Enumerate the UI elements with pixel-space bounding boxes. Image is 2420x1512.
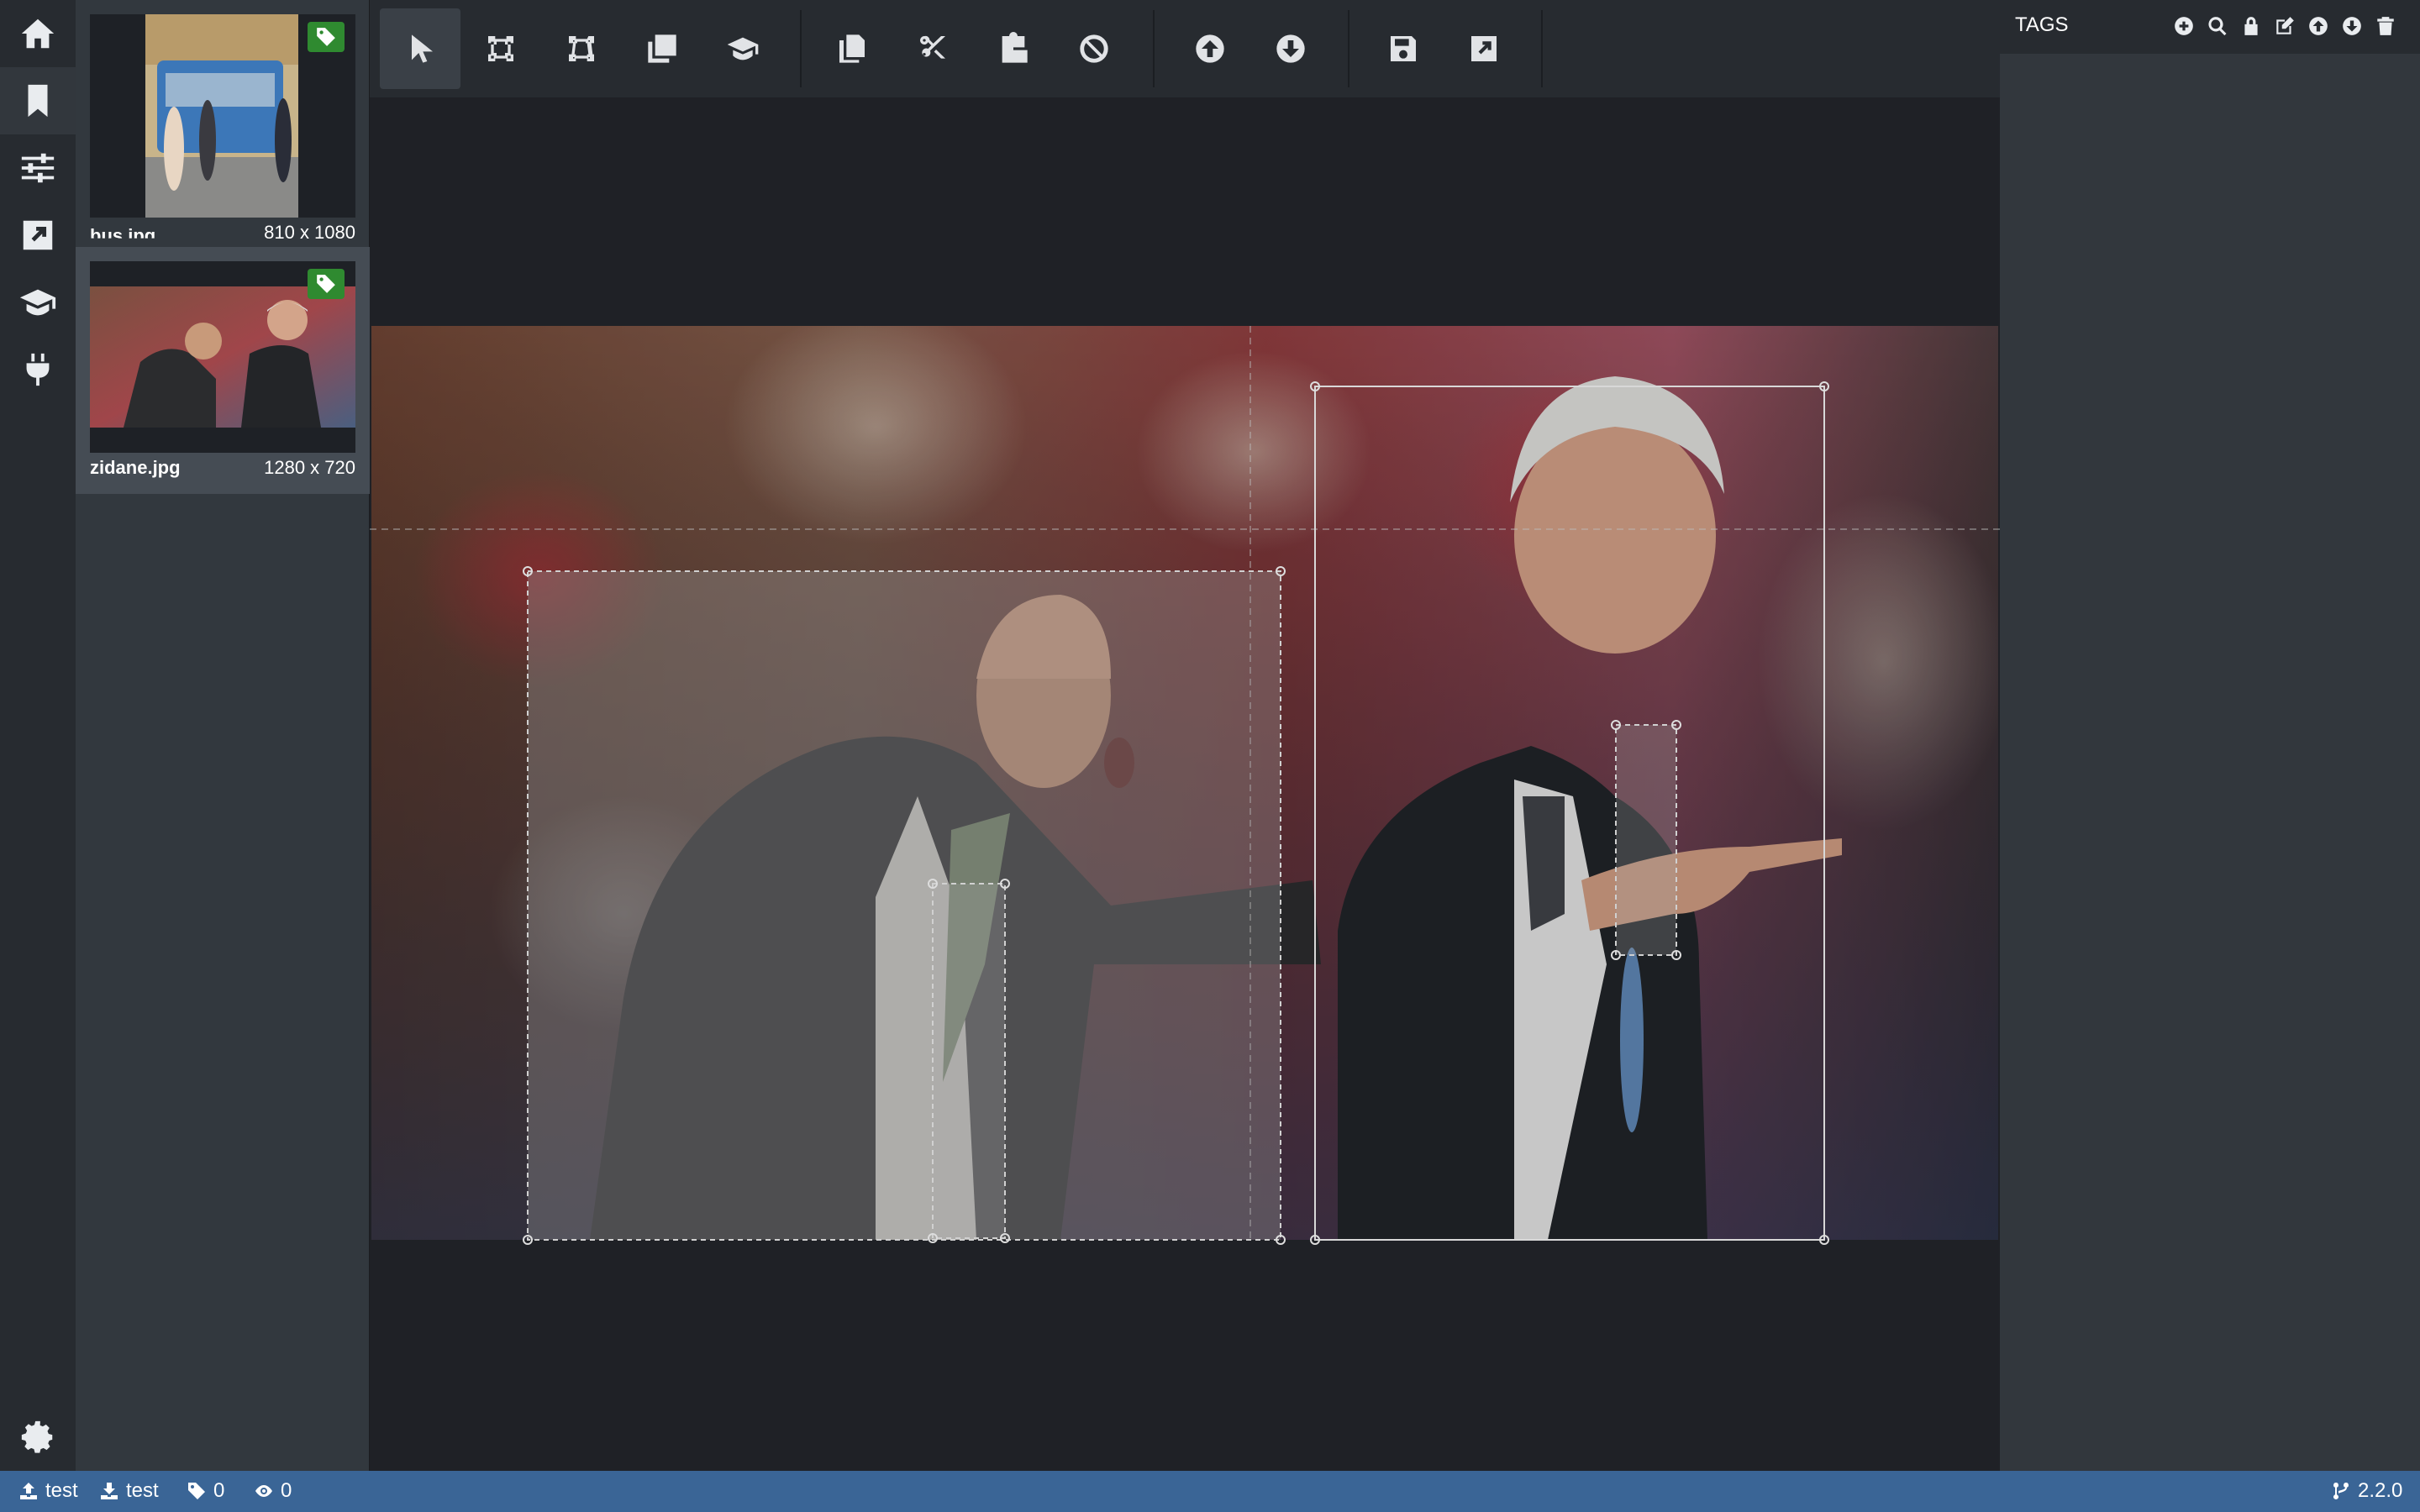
asset-filename: zidane.jpg — [90, 457, 181, 478]
copy-rectangle-button[interactable] — [622, 8, 702, 89]
copy-regions-button[interactable] — [812, 8, 892, 89]
sliders-icon — [21, 153, 55, 183]
app-window: bus.jpg 810 x 1080 zidane.jpg 1280 x 720… — [0, 0, 2420, 1512]
plug-icon — [26, 353, 50, 386]
active-learning-button[interactable] — [702, 8, 783, 89]
save-icon — [1391, 36, 1416, 61]
nav-export[interactable] — [0, 202, 76, 269]
gear-icon — [21, 1420, 53, 1453]
tags-panel: TAGS — [2000, 0, 2420, 1471]
active-learning-icon — [727, 37, 759, 60]
visited-count: 0 — [254, 1479, 292, 1503]
toolbar-separator — [1348, 10, 1349, 87]
tags-count-value: 0 — [213, 1479, 225, 1502]
editor-toolbar — [370, 0, 2000, 97]
move-tag-down-button[interactable] — [2341, 15, 2365, 39]
tag-icon — [317, 28, 335, 46]
bookmark-icon — [28, 84, 48, 118]
cut-regions-button[interactable] — [892, 8, 973, 89]
clear-icon — [1080, 34, 1108, 63]
tagged-badge — [308, 269, 345, 299]
add-tag-button[interactable] — [2173, 15, 2196, 39]
delete-tag-icon — [2377, 17, 2394, 35]
copy-rectangle-icon — [648, 34, 676, 63]
cut-icon — [919, 35, 945, 59]
toolbar-separator — [800, 10, 802, 87]
edit-tag-icon — [2276, 17, 2294, 34]
app-version: 2.2.0 — [2331, 1479, 2402, 1503]
draw-polygon-button[interactable] — [541, 8, 622, 89]
region-box[interactable] — [1310, 381, 1829, 1245]
app-version-label: 2.2.0 — [2358, 1479, 2403, 1502]
nav-connections[interactable] — [0, 336, 76, 403]
graduation-cap-icon — [19, 289, 56, 316]
edit-tag-button[interactable] — [2274, 15, 2297, 39]
asset-dimensions: 1280 x 720 — [264, 457, 355, 478]
polygon-icon — [569, 36, 594, 61]
export-icon — [1471, 36, 1497, 61]
move-up-icon — [2309, 17, 2328, 35]
search-tag-icon — [2208, 17, 2227, 36]
tag-icon — [188, 1483, 205, 1499]
region-box[interactable] — [523, 566, 1286, 1245]
home-icon — [21, 18, 55, 49]
lock-tag-icon — [2244, 17, 2258, 35]
tagged-badge — [308, 22, 345, 52]
next-icon — [1276, 34, 1305, 63]
add-tag-icon — [2175, 17, 2193, 35]
nav-app-settings[interactable] — [0, 1404, 76, 1471]
source-connection: test — [18, 1479, 78, 1503]
previous-asset-button[interactable] — [1170, 8, 1250, 89]
move-down-icon — [2343, 17, 2361, 35]
region-box[interactable] — [928, 879, 1010, 1243]
toolbar-separator — [1541, 10, 1543, 87]
editor-canvas[interactable] — [370, 97, 2000, 1471]
delete-tag-button[interactable] — [2375, 15, 2398, 39]
draw-rectangle-button[interactable] — [460, 8, 541, 89]
left-nav — [0, 0, 76, 1471]
search-tags-button[interactable] — [2207, 15, 2230, 39]
nav-settings[interactable] — [0, 134, 76, 202]
target-connection-label: test — [126, 1479, 159, 1502]
copy-icon — [839, 34, 865, 63]
nav-home[interactable] — [0, 0, 76, 67]
asset-item-zidane[interactable]: zidane.jpg 1280 x 720 — [76, 247, 370, 494]
asset-filename: bus.jpg — [90, 225, 156, 246]
select-tool-button[interactable] — [380, 8, 460, 89]
previous-icon — [1196, 34, 1224, 63]
clear-regions-button[interactable] — [1054, 8, 1134, 89]
save-project-button[interactable] — [1363, 8, 1444, 89]
source-connection-label: test — [45, 1479, 78, 1502]
eye-icon — [255, 1485, 272, 1497]
regions-overlay — [370, 326, 2000, 1245]
asset-item-bus[interactable]: bus.jpg 810 x 1080 — [76, 0, 370, 247]
download-icon — [101, 1483, 118, 1499]
paste-icon — [1002, 32, 1028, 63]
paste-regions-button[interactable] — [973, 8, 1054, 89]
tags-panel-header: TAGS — [2000, 0, 2420, 54]
git-branch-icon — [2333, 1483, 2349, 1500]
visited-count-value: 0 — [281, 1479, 292, 1502]
move-tag-up-button[interactable] — [2307, 15, 2331, 39]
lock-tags-button[interactable] — [2240, 15, 2264, 39]
tags-panel-title: TAGS — [2015, 13, 2069, 36]
asset-list: bus.jpg 810 x 1080 zidane.jpg 1280 x 720 — [76, 0, 370, 1471]
next-asset-button[interactable] — [1250, 8, 1331, 89]
tags-count: 0 — [187, 1479, 224, 1503]
export-project-button[interactable] — [1444, 8, 1524, 89]
tag-icon — [317, 275, 335, 293]
nav-active-learning[interactable] — [0, 269, 76, 336]
upload-icon — [20, 1483, 37, 1499]
select-icon — [412, 34, 433, 63]
external-link-icon — [23, 220, 53, 250]
region-box[interactable] — [1611, 720, 1681, 960]
nav-editor[interactable] — [0, 67, 76, 134]
target-connection: test — [99, 1479, 159, 1503]
rectangle-icon — [488, 36, 513, 61]
status-bar: test test 0 0 2.2.0 — [0, 1471, 2420, 1512]
asset-dimensions: 810 x 1080 — [264, 222, 355, 243]
toolbar-separator — [1153, 10, 1155, 87]
